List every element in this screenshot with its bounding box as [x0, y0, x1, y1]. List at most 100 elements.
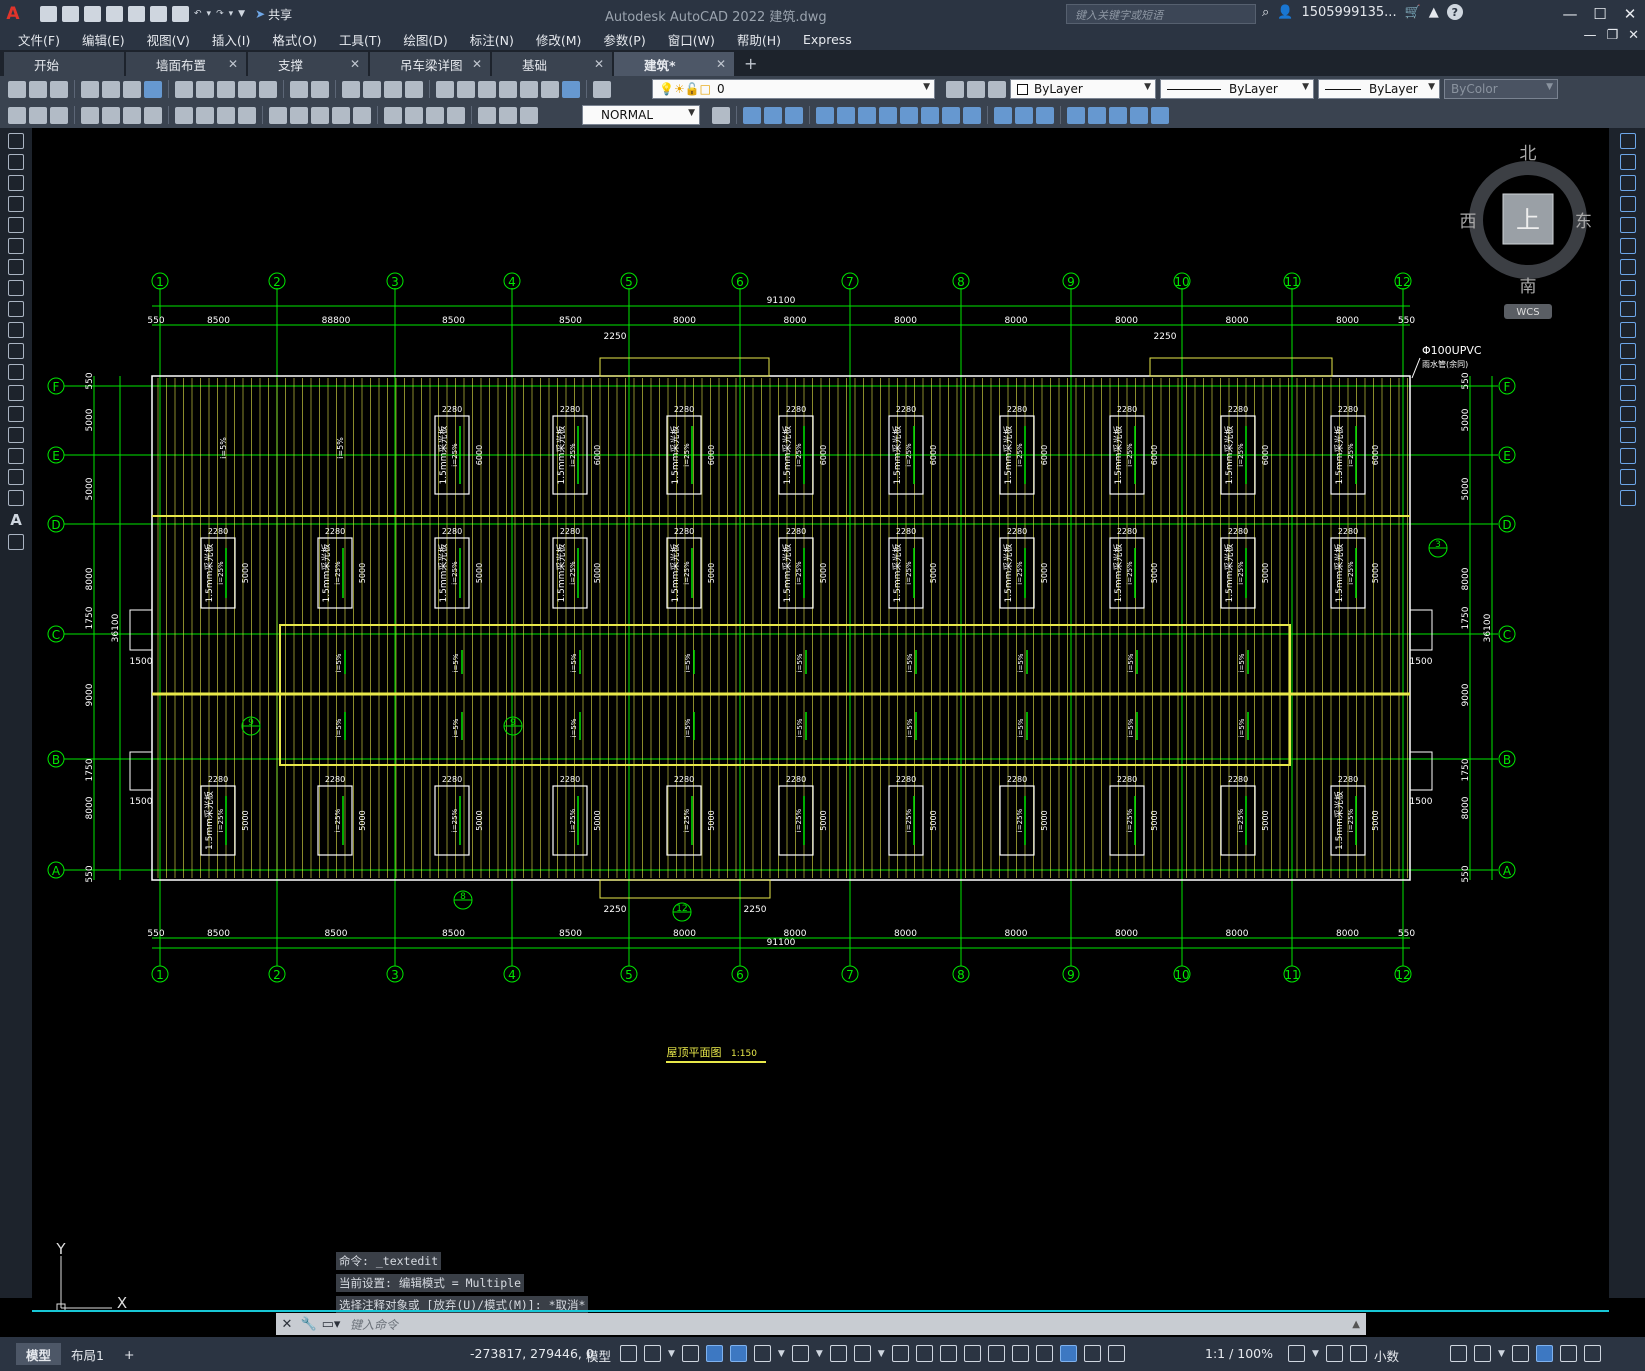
spline-icon[interactable] — [8, 301, 24, 317]
graphics-performance-icon[interactable] — [1535, 1345, 1553, 1362]
dim-edit-icon[interactable] — [478, 106, 496, 124]
object-snap-icon[interactable] — [853, 1345, 871, 1362]
auto-scale-icon[interactable] — [1083, 1345, 1101, 1362]
scale-icon[interactable] — [900, 106, 918, 124]
baseline-icon[interactable] — [290, 106, 308, 124]
annotation-monitor-icon[interactable] — [1325, 1345, 1343, 1362]
command-history-toggle-icon[interactable]: ▲ — [1352, 1319, 1360, 1330]
save-icon[interactable] — [50, 80, 68, 98]
units-icon[interactable] — [1349, 1345, 1367, 1362]
arc-length-icon[interactable] — [123, 106, 141, 124]
gizmo-icon[interactable] — [1035, 1345, 1053, 1362]
extend-icon[interactable] — [963, 106, 981, 124]
trim-icon[interactable] — [942, 106, 960, 124]
menu-help[interactable]: 帮助(H) — [737, 30, 781, 49]
help-icon[interactable]: ? — [1446, 4, 1463, 20]
pan-icon[interactable] — [342, 80, 360, 98]
layer-tool-3-icon[interactable] — [50, 106, 68, 124]
construction-line-icon[interactable] — [8, 154, 24, 170]
open-from-web-icon[interactable] — [128, 6, 145, 22]
dim-style-icon[interactable] — [712, 106, 730, 124]
mirror-icon[interactable] — [1620, 175, 1636, 191]
lengthen-icon[interactable] — [1130, 106, 1148, 124]
menu-edit[interactable]: 编辑(E) — [82, 30, 125, 49]
help-icon[interactable] — [562, 80, 580, 98]
lineweight-icon[interactable] — [891, 1345, 909, 1362]
tool-palettes-icon[interactable] — [478, 80, 496, 98]
make-block-icon[interactable] — [8, 385, 24, 401]
chamfer-icon[interactable] — [1620, 427, 1636, 443]
layer-tool-1-icon[interactable] — [8, 106, 26, 124]
workspace-gear-icon[interactable] — [1288, 1345, 1305, 1362]
menu-view[interactable]: 视图(V) — [147, 30, 190, 49]
chevron-down-icon[interactable]: ▼ — [668, 1349, 675, 1359]
continue-icon[interactable] — [311, 106, 329, 124]
customize-icon[interactable] — [1583, 1345, 1601, 1362]
angular-icon[interactable] — [238, 106, 256, 124]
insert-block-icon[interactable] — [8, 364, 24, 380]
center-mark-icon[interactable] — [405, 106, 423, 124]
menu-window[interactable]: 窗口(W) — [668, 30, 715, 49]
coordinate-readout[interactable]: -273817, 279446, 0 — [470, 1346, 594, 1361]
make-current-layer-icon[interactable] — [946, 80, 964, 98]
join-icon[interactable] — [1620, 406, 1636, 422]
design-center-icon[interactable] — [457, 80, 475, 98]
array-icon[interactable] — [1620, 217, 1636, 233]
linetype-dropdown[interactable]: ByLayer ▼ — [1160, 79, 1314, 99]
break-icon[interactable] — [994, 106, 1012, 124]
undo-icon[interactable] — [290, 80, 308, 98]
scale-icon[interactable] — [1620, 280, 1636, 296]
plotstyle-dropdown[interactable]: ByColor ▼ — [1444, 79, 1558, 99]
open-file-icon[interactable] — [62, 6, 79, 22]
jogged-linear-icon[interactable] — [447, 106, 465, 124]
command-line[interactable]: ✕ 🔧 ▭▾ 键入命令 ▲ — [276, 1313, 1366, 1335]
polygon-icon[interactable] — [8, 196, 24, 212]
close-icon[interactable]: ✕ — [472, 57, 482, 71]
annotation-scale-button[interactable]: 1:1 / 100% — [1205, 1346, 1273, 1361]
lineweight-dropdown[interactable]: ByLayer ▼ — [1318, 79, 1440, 99]
ordinate-icon[interactable] — [144, 106, 162, 124]
undo-icon[interactable]: ↶ — [194, 9, 202, 19]
menu-tools[interactable]: 工具(T) — [339, 30, 381, 49]
align-icon[interactable] — [1109, 106, 1127, 124]
user-icon[interactable]: 👤 — [1277, 5, 1293, 20]
tolerance-icon[interactable] — [384, 106, 402, 124]
quick-dim-icon[interactable] — [269, 106, 287, 124]
customize-wrench-icon[interactable]: 🔧 — [298, 1313, 320, 1335]
join-icon[interactable] — [1015, 106, 1033, 124]
preview-icon[interactable] — [102, 80, 120, 98]
menu-file[interactable]: 文件(F) — [18, 30, 60, 49]
erase-icon[interactable] — [1620, 133, 1636, 149]
layer-tool-2-icon[interactable] — [29, 106, 47, 124]
table-icon[interactable] — [8, 490, 24, 506]
transparency-icon[interactable] — [915, 1345, 933, 1362]
compass-east[interactable]: 东 — [1575, 212, 1592, 232]
trim-icon[interactable] — [1620, 322, 1636, 338]
tab-crane-beam[interactable]: 吊车梁详图 ✕ — [370, 52, 490, 76]
publish-icon[interactable] — [123, 80, 141, 98]
search-input[interactable]: 键入关键字或短语 — [1066, 4, 1256, 24]
layer-properties-icon[interactable] — [593, 80, 611, 98]
extend-icon[interactable] — [1620, 343, 1636, 359]
selection-cycling-icon[interactable] — [939, 1345, 957, 1362]
tab-layout1[interactable]: 布局1 — [61, 1343, 114, 1365]
radius-icon[interactable] — [175, 106, 193, 124]
zoom-realtime-icon[interactable] — [363, 80, 381, 98]
redo-dropdown-icon[interactable]: ▾ — [229, 9, 234, 19]
save-icon[interactable] — [84, 6, 101, 22]
point-icon[interactable] — [8, 406, 24, 422]
properties-icon[interactable] — [436, 80, 454, 98]
autocad-logo-icon[interactable]: A — [0, 0, 26, 28]
dim-text-edit-icon[interactable] — [499, 106, 517, 124]
chevron-down-icon[interactable]: ▼ — [1312, 1349, 1319, 1359]
open-icon[interactable] — [29, 80, 47, 98]
chevron-down-icon[interactable]: ▼ — [1498, 1349, 1505, 1359]
doc-close-button[interactable]: ✕ — [1628, 28, 1639, 43]
tab-architecture[interactable]: 建筑* ✕ — [614, 52, 734, 76]
rotate-icon[interactable] — [879, 106, 897, 124]
maximize-button[interactable]: ☐ — [1585, 0, 1615, 28]
markup-icon[interactable] — [520, 80, 538, 98]
lock-ui-icon[interactable] — [1474, 1345, 1491, 1362]
menu-draw[interactable]: 绘图(D) — [403, 30, 447, 49]
menu-modify[interactable]: 修改(M) — [536, 30, 582, 49]
